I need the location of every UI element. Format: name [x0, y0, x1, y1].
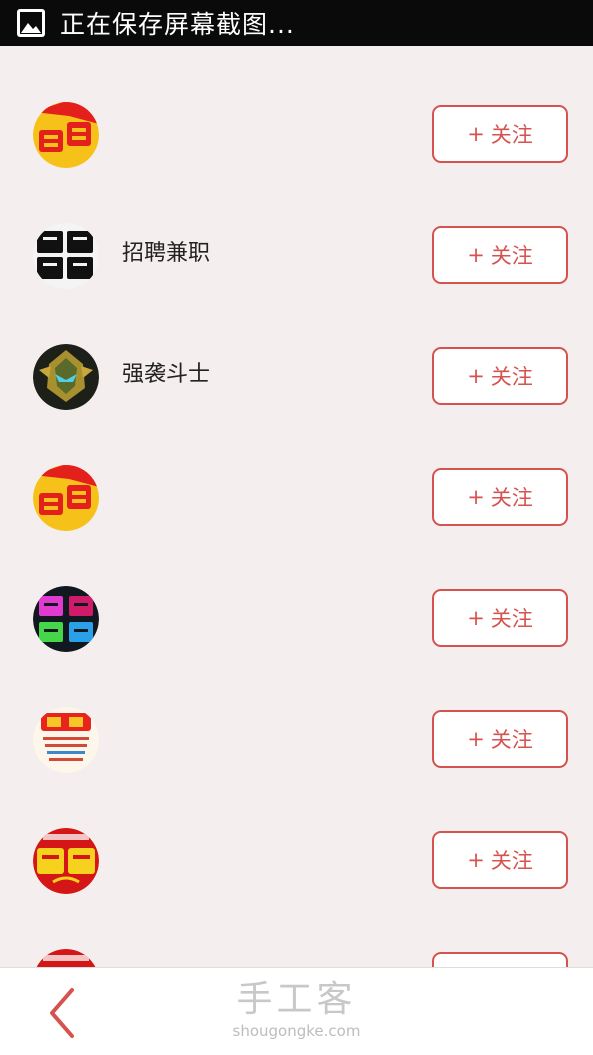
plus-icon: + [467, 364, 485, 388]
status-bar: 正在保存屏幕截图... [0, 0, 593, 46]
status-text: 正在保存屏幕截图... [60, 10, 295, 39]
list-item: + 关注 [0, 681, 593, 802]
list-item: + 关注 [0, 439, 593, 560]
follow-button[interactable]: + 关注 [432, 710, 568, 768]
list-item: + 关注 [0, 76, 593, 197]
logo: 手工客 shougongke.com [0, 978, 593, 1040]
logo-subtitle: shougongke.com [232, 1022, 361, 1040]
follow-button[interactable]: + 关注 [432, 226, 568, 284]
follow-label: 关注 [490, 486, 533, 510]
follow-button[interactable]: + 关注 [432, 347, 568, 405]
follow-button[interactable]: + 关注 [432, 952, 568, 967]
logo-title: 手工客 [236, 979, 357, 1020]
follow-label: 关注 [490, 607, 533, 631]
avatar[interactable] [33, 102, 99, 168]
plus-icon: + [467, 485, 485, 509]
plus-icon: + [467, 243, 485, 267]
avatar[interactable] [33, 223, 99, 289]
avatar[interactable] [33, 949, 99, 967]
follow-label: 关注 [490, 244, 533, 268]
plus-icon: + [467, 122, 485, 146]
plus-icon: + [467, 848, 485, 872]
avatar[interactable] [33, 465, 99, 531]
list-item: + 关注 [0, 802, 593, 923]
follow-label: 关注 [490, 365, 533, 389]
follow-label: 关注 [490, 849, 533, 873]
follow-button[interactable]: + 关注 [432, 831, 568, 889]
avatar[interactable] [33, 828, 99, 894]
follow-label: 关注 [490, 728, 533, 752]
follow-button[interactable]: + 关注 [432, 105, 568, 163]
follow-button[interactable]: + 关注 [432, 589, 568, 647]
plus-icon: + [467, 606, 485, 630]
follow-button[interactable]: + 关注 [432, 468, 568, 526]
avatar[interactable] [33, 344, 99, 410]
list-item: 强袭斗士 + 关注 [0, 318, 593, 439]
plus-icon: + [467, 727, 485, 751]
list-item: + 关注 [0, 923, 593, 967]
list-item: 招聘兼职 + 关注 [0, 197, 593, 318]
image-icon [16, 8, 46, 38]
bottom-bar: 手工客 shougongke.com [0, 967, 593, 1055]
avatar[interactable] [33, 707, 99, 773]
list-item: + 关注 [0, 560, 593, 681]
user-name: 招聘兼职 [122, 241, 211, 266]
user-name: 强袭斗士 [122, 362, 211, 387]
avatar[interactable] [33, 586, 99, 652]
user-list[interactable]: + 关注 招聘兼职 + 关注 强袭斗士 + 关注 + 关注 + 关注 + 关注 … [0, 46, 593, 967]
follow-label: 关注 [490, 123, 533, 147]
